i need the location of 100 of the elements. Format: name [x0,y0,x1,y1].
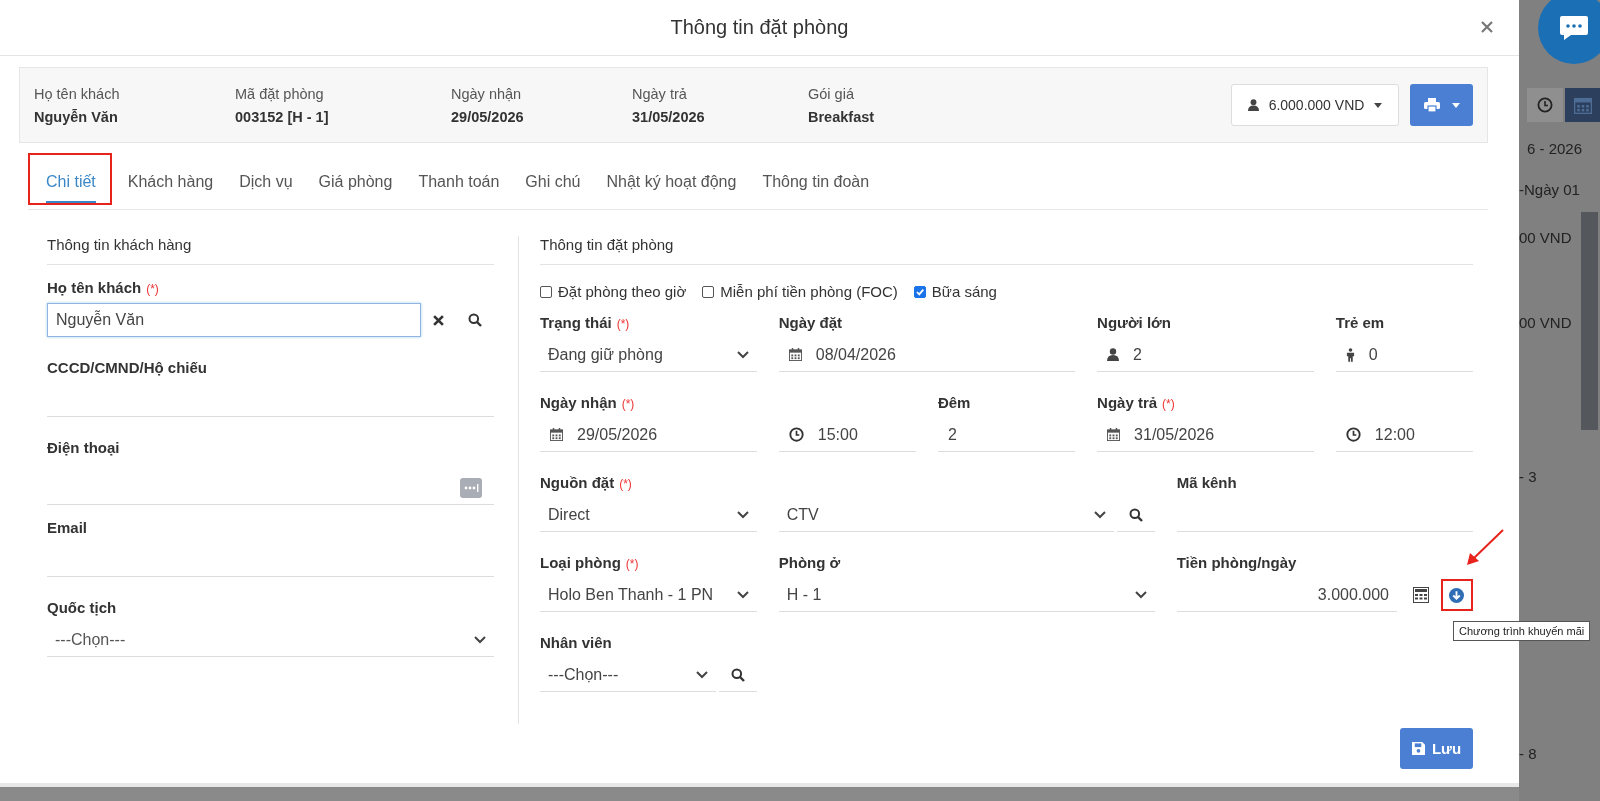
date-field[interactable]: 08/04/2026 [778,338,1076,372]
select-field[interactable]: CTV [778,498,1114,532]
required-mark: (*) [616,317,630,331]
field-label: Ngày nhận [540,394,617,411]
date-field[interactable]: 29/05/2026 [540,418,757,452]
annotation-arrow [1465,529,1505,567]
input-field[interactable]: 2 [937,418,1076,452]
chevron-icon [1134,590,1147,599]
clock-icon[interactable] [1527,88,1563,122]
summary-label: Họ tên khách [34,85,121,102]
tab[interactable]: Thanh toán [408,153,510,205]
checkbox-label: Đặt phòng theo giờ [558,283,687,300]
tab[interactable]: Thông tin đoàn [752,153,880,205]
backdrop-text: 6 - 2026 [1527,140,1583,157]
user-icon [1247,99,1259,111]
close-icon[interactable] [1481,21,1493,33]
tab[interactable]: Nhật ký hoạt động [596,153,747,205]
search-icon[interactable] [468,313,482,327]
summary-label: Gói giá [808,85,855,102]
required-mark: (*) [619,477,632,491]
field-label: Điện thoại [47,439,120,456]
caret-icon [1451,102,1460,108]
child-icon [1345,347,1355,362]
tab[interactable]: Chi tiết [28,153,112,205]
chat-icon [1559,15,1589,41]
field-label: Nguồn đặt [540,474,615,491]
field-label: Ngày trả [1097,394,1158,411]
field-label: Loại phòng [540,554,621,571]
time-field[interactable]: 12:00 [1335,418,1473,452]
clear-icon[interactable] [433,314,444,326]
field-label: Ngày đặt [778,314,843,331]
backdrop-text: - 3 [1519,468,1537,485]
summary-value: 29/05/2026 [451,108,525,125]
select-field[interactable]: Direct [540,498,757,532]
search-icon [730,667,745,682]
field-label: CCCD/CMND/Hộ chiếu [47,359,207,376]
input-field[interactable]: Nguyễn Văn [47,303,421,337]
select-field[interactable]: ---Chọn--- [540,658,716,692]
field-label: Họ tên khách [47,279,142,296]
date-field[interactable]: 31/05/2026 [1097,418,1314,452]
summary-value: Nguyễn Văn [34,108,119,125]
chevron-icon [736,350,749,359]
backdrop-text: -Ngày 01 [1519,181,1580,198]
checkbox-label: Bữa sáng [931,283,997,300]
checkbox[interactable] [540,285,552,298]
section-title: Thông tin khách hàng [47,236,494,265]
chevron-icon [1093,510,1106,519]
summary-value: Breakfast [808,108,875,125]
summary-label: Ngày trả [632,85,688,102]
scrollbar[interactable] [1581,212,1598,430]
checkbox[interactable] [702,285,715,298]
field-label: Quốc tịch [47,599,117,616]
calendar-icon [1107,428,1121,441]
clock-icon [788,427,804,442]
print-button[interactable] [1410,84,1473,126]
summary-value: 003152 [H - 1] [235,108,330,125]
calendar-icon [788,348,802,361]
calendar-icon [550,428,563,441]
required-mark: (*) [625,557,639,571]
tooltip: Chương trình khuyến mãi [1453,621,1591,641]
tab[interactable]: Giá phòng [308,153,403,205]
chevron-icon [695,670,708,679]
tab[interactable]: Khách hàng [117,153,224,205]
promotion-button[interactable] [1441,579,1473,611]
select-field[interactable]: ---Chọn--- [47,623,494,657]
user-icon [1107,348,1120,361]
tab[interactable]: Dịch vụ [229,153,303,205]
summary-value: 31/05/2026 [632,108,706,125]
tab[interactable]: Ghi chú [515,153,591,205]
field-label: Đêm [937,394,971,411]
time-field[interactable]: 15:00 [778,418,916,452]
field-label: Mã kênh [1176,474,1237,491]
field-label: Tiền phòng/ngày [1176,554,1297,571]
chevron-icon [474,635,486,644]
input-field[interactable]: 3.000.000 [1176,578,1397,612]
checkbox[interactable] [913,285,926,298]
floppy-icon [1411,742,1425,755]
select-field[interactable]: Holo Ben Thanh - 1 PN [540,578,757,612]
backdrop-text: 00 VND [1519,229,1572,246]
section-title: Thông tin đặt phòng [540,236,1473,265]
field-label: Người lớn [1097,314,1171,331]
summary-label: Mã đặt phòng [235,85,325,102]
field-label: Phòng ở [778,554,841,571]
field-label: Trạng thái [540,314,612,331]
input-field[interactable]: 0 [1335,338,1473,372]
chevron-icon [736,590,749,599]
checkbox-label: Miễn phí tiền phòng (FOC) [720,283,898,300]
summary-label: Ngày nhận [451,85,523,102]
field-label: Trẻ em [1335,314,1385,331]
save-button[interactable]: Lưu [1400,728,1473,769]
caret-icon [1374,102,1383,108]
clock-icon [1345,427,1361,442]
chevron-icon [736,510,749,519]
select-field[interactable]: Đang giữ phòng [540,338,757,372]
dialog-title: Thông tin đặt phòng [670,16,849,39]
total-button[interactable]: 6.000.000 VND [1231,84,1399,126]
calculator-icon[interactable] [1413,587,1429,603]
input-field[interactable]: 2 [1097,338,1314,372]
printer-icon [1423,98,1440,112]
select-field[interactable]: H - 1 [778,578,1155,612]
